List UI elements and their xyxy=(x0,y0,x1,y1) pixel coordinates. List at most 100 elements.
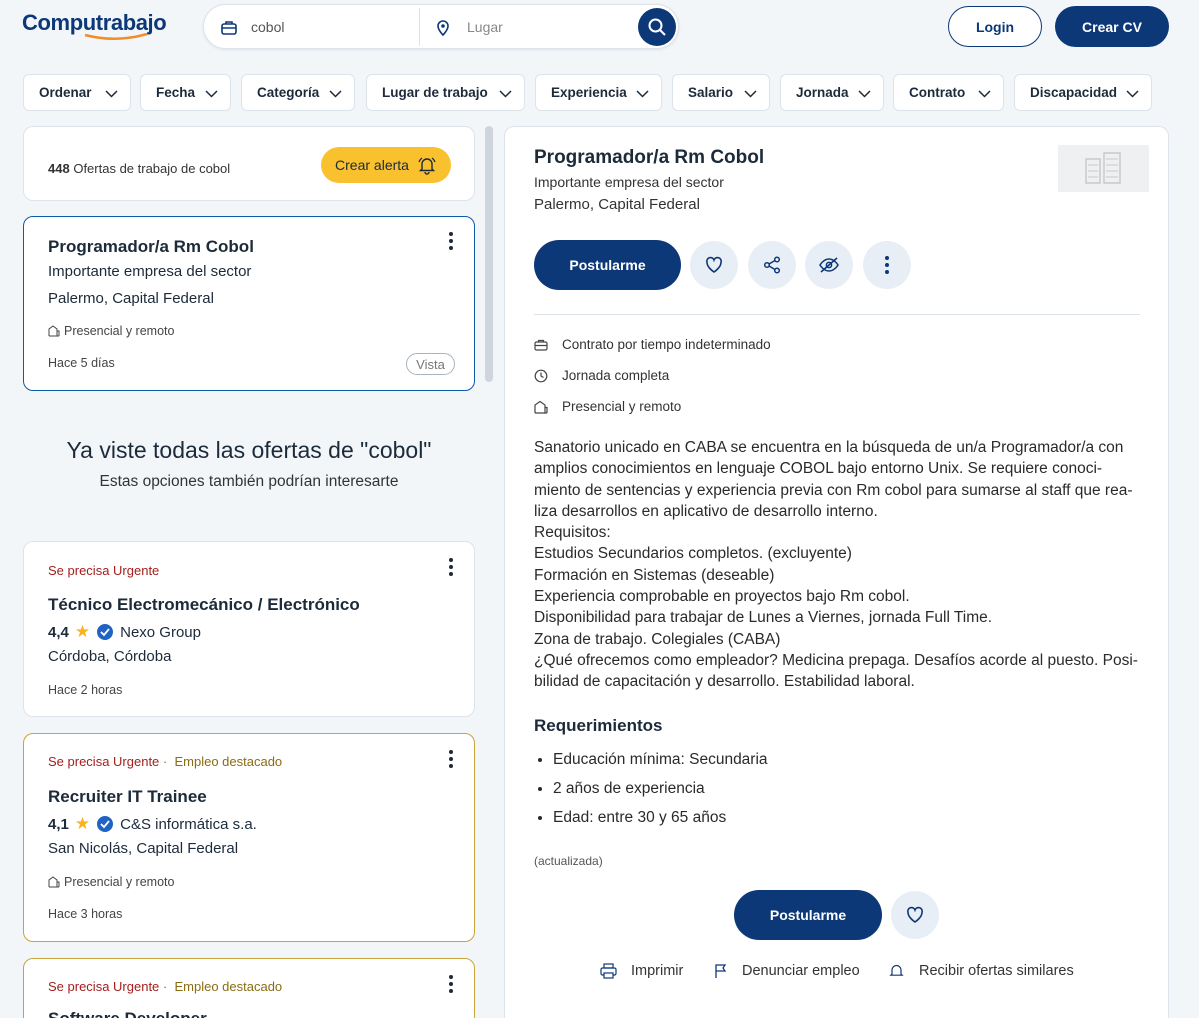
chevron-down-icon xyxy=(205,90,218,98)
urgent-label: Se precisa Urgente · Empleo destacado xyxy=(48,979,282,994)
filter-label: Fecha xyxy=(156,85,196,100)
building-icon xyxy=(534,400,548,414)
report-link[interactable]: Denunciar empleo xyxy=(714,963,860,979)
filter-lugar-de-trabajo[interactable]: Lugar de trabajo xyxy=(366,74,525,111)
favorite-button-bottom[interactable] xyxy=(891,891,939,939)
more-actions-button[interactable] xyxy=(863,241,911,289)
description-line: ¿Qué ofrecemos como empleador? Medicina … xyxy=(534,651,1138,669)
chevron-down-icon xyxy=(499,90,512,98)
detail-location: Palermo, Capital Federal xyxy=(534,196,700,213)
more-options-icon[interactable] xyxy=(449,558,453,576)
company-name[interactable]: Nexo Group xyxy=(120,624,201,641)
seen-badge: Vista xyxy=(406,353,455,375)
description-line: Disponibilidad para trabajar de Lunes a … xyxy=(534,609,993,627)
filter-label: Contrato xyxy=(909,85,966,100)
share-button[interactable] xyxy=(748,241,796,289)
share-icon xyxy=(763,256,781,274)
print-link[interactable]: Imprimir xyxy=(600,963,683,979)
schedule-label: Jornada completa xyxy=(562,368,670,383)
filter-salario[interactable]: Salario xyxy=(672,74,770,111)
filter-discapacidad[interactable]: Discapacidad xyxy=(1014,74,1152,111)
filter-bar: Ordenar Fecha Categoría Lugar de trabajo… xyxy=(0,74,1199,111)
more-options-icon[interactable] xyxy=(449,750,453,768)
urgent-text: Se precisa Urgente xyxy=(48,979,160,994)
chevron-down-icon xyxy=(636,90,649,98)
detail-title: Programador/a Rm Cobol xyxy=(534,147,765,168)
description-line: Estudios Secundarios completos. (excluye… xyxy=(534,545,852,563)
search-separator xyxy=(419,8,420,46)
location-pin-icon xyxy=(437,20,449,37)
job-card-active[interactable]: Programador/a Rm Cobol Importante empres… xyxy=(23,216,475,391)
more-options-icon xyxy=(885,256,889,274)
job-title[interactable]: Programador/a Rm Cobol xyxy=(48,237,254,257)
job-title[interactable]: Técnico Electromecánico / Electrónico xyxy=(48,595,360,615)
results-summary: 448 Ofertas de trabajo de cobol Crear al… xyxy=(23,126,475,201)
requirements-title: Requerimientos xyxy=(534,716,663,735)
filter-label: Categoría xyxy=(257,85,320,100)
job-title[interactable]: Recruiter IT Trainee xyxy=(48,787,207,807)
urgent-text: Se precisa Urgente xyxy=(48,754,160,769)
print-label: Imprimir xyxy=(631,963,684,979)
job-title[interactable]: Software Developer xyxy=(48,1009,207,1018)
apply-button[interactable]: Postularme xyxy=(534,240,681,290)
updated-label: (actualizada) xyxy=(534,854,603,868)
eye-off-icon xyxy=(819,257,839,273)
job-description: Sanatorio unicado en CABA se encuentra e… xyxy=(534,437,1144,693)
apply-button-bottom[interactable]: Postularme xyxy=(734,890,882,940)
login-button[interactable]: Login xyxy=(948,6,1042,47)
chevron-down-icon xyxy=(978,90,991,98)
more-options-icon[interactable] xyxy=(449,975,453,993)
job-modality-label: Presencial y remoto xyxy=(64,324,175,338)
more-options-icon[interactable] xyxy=(449,232,453,250)
star-icon: ★ xyxy=(74,814,91,833)
filter-fecha[interactable]: Fecha xyxy=(140,74,231,111)
header: Computrabajo cobol Lugar Login Crear CV xyxy=(0,0,1199,56)
job-card-featured[interactable]: Se precisa Urgente · Empleo destacado Re… xyxy=(23,733,475,942)
modality-info: Presencial y remoto xyxy=(534,399,681,414)
filter-experiencia[interactable]: Experiencia xyxy=(535,74,662,111)
job-posted: Hace 5 días xyxy=(48,356,115,370)
create-alert-button[interactable]: Crear alerta xyxy=(321,147,451,183)
job-card[interactable]: Se precisa Urgente Técnico Electromecáni… xyxy=(23,541,475,717)
bell-icon xyxy=(889,964,904,976)
job-location: Córdoba, Córdoba xyxy=(48,648,172,665)
filter-jornada[interactable]: Jornada xyxy=(780,74,884,111)
scrollbar[interactable] xyxy=(485,126,493,382)
job-card-featured[interactable]: Se precisa Urgente · Empleo destacado So… xyxy=(23,958,475,1018)
location-input[interactable]: Lugar xyxy=(467,19,503,35)
filter-label: Experiencia xyxy=(551,85,627,100)
hide-button[interactable] xyxy=(805,241,853,289)
filter-label: Ordenar xyxy=(39,85,92,100)
company-logo xyxy=(1058,145,1149,192)
search-button[interactable] xyxy=(638,8,676,46)
filter-categoria[interactable]: Categoría xyxy=(241,74,355,111)
heart-icon xyxy=(906,906,924,923)
detail-company: Importante empresa del sector xyxy=(534,174,724,190)
urgent-label: Se precisa Urgente · Empleo destacado xyxy=(48,754,282,769)
divider xyxy=(534,314,1140,315)
requirements-list: Educación mínima: Secundaria 2 años de e… xyxy=(553,749,768,836)
logo-swoosh-icon xyxy=(84,33,148,40)
job-modality: Presencial y remoto xyxy=(48,324,174,338)
requirement-item: Edad: entre 30 y 65 años xyxy=(553,807,768,836)
rating-value: 4,1 xyxy=(48,815,69,833)
requirement-item: Educación mínima: Secundaria xyxy=(553,749,768,778)
company-name[interactable]: C&S informática s.a. xyxy=(120,816,257,833)
similar-offers-link[interactable]: Recibir ofertas similares xyxy=(888,963,1074,979)
filter-ordenar[interactable]: Ordenar xyxy=(23,74,131,111)
filter-label: Lugar de trabajo xyxy=(382,85,488,100)
keyword-input[interactable]: cobol xyxy=(251,19,284,35)
heart-icon xyxy=(705,256,723,273)
building-icon xyxy=(48,325,60,337)
create-cv-button[interactable]: Crear CV xyxy=(1055,6,1169,47)
description-line: Zona de trabajo. Colegiales (CABA) xyxy=(534,630,781,648)
favorite-button[interactable] xyxy=(690,241,738,289)
description-line: liza desarrollos en aplicativo de desarr… xyxy=(534,502,878,520)
building-icon xyxy=(48,876,60,888)
contract-label: Contrato por tiempo indeterminado xyxy=(562,337,771,352)
modality-label: Presencial y remoto xyxy=(562,399,682,414)
filter-contrato[interactable]: Contrato xyxy=(893,74,1004,111)
description-line: Sanatorio unicado en CABA se encuentra e… xyxy=(534,439,1124,456)
similar-offers-label: Recibir ofertas similares xyxy=(919,963,1074,979)
chevron-down-icon xyxy=(858,90,871,98)
